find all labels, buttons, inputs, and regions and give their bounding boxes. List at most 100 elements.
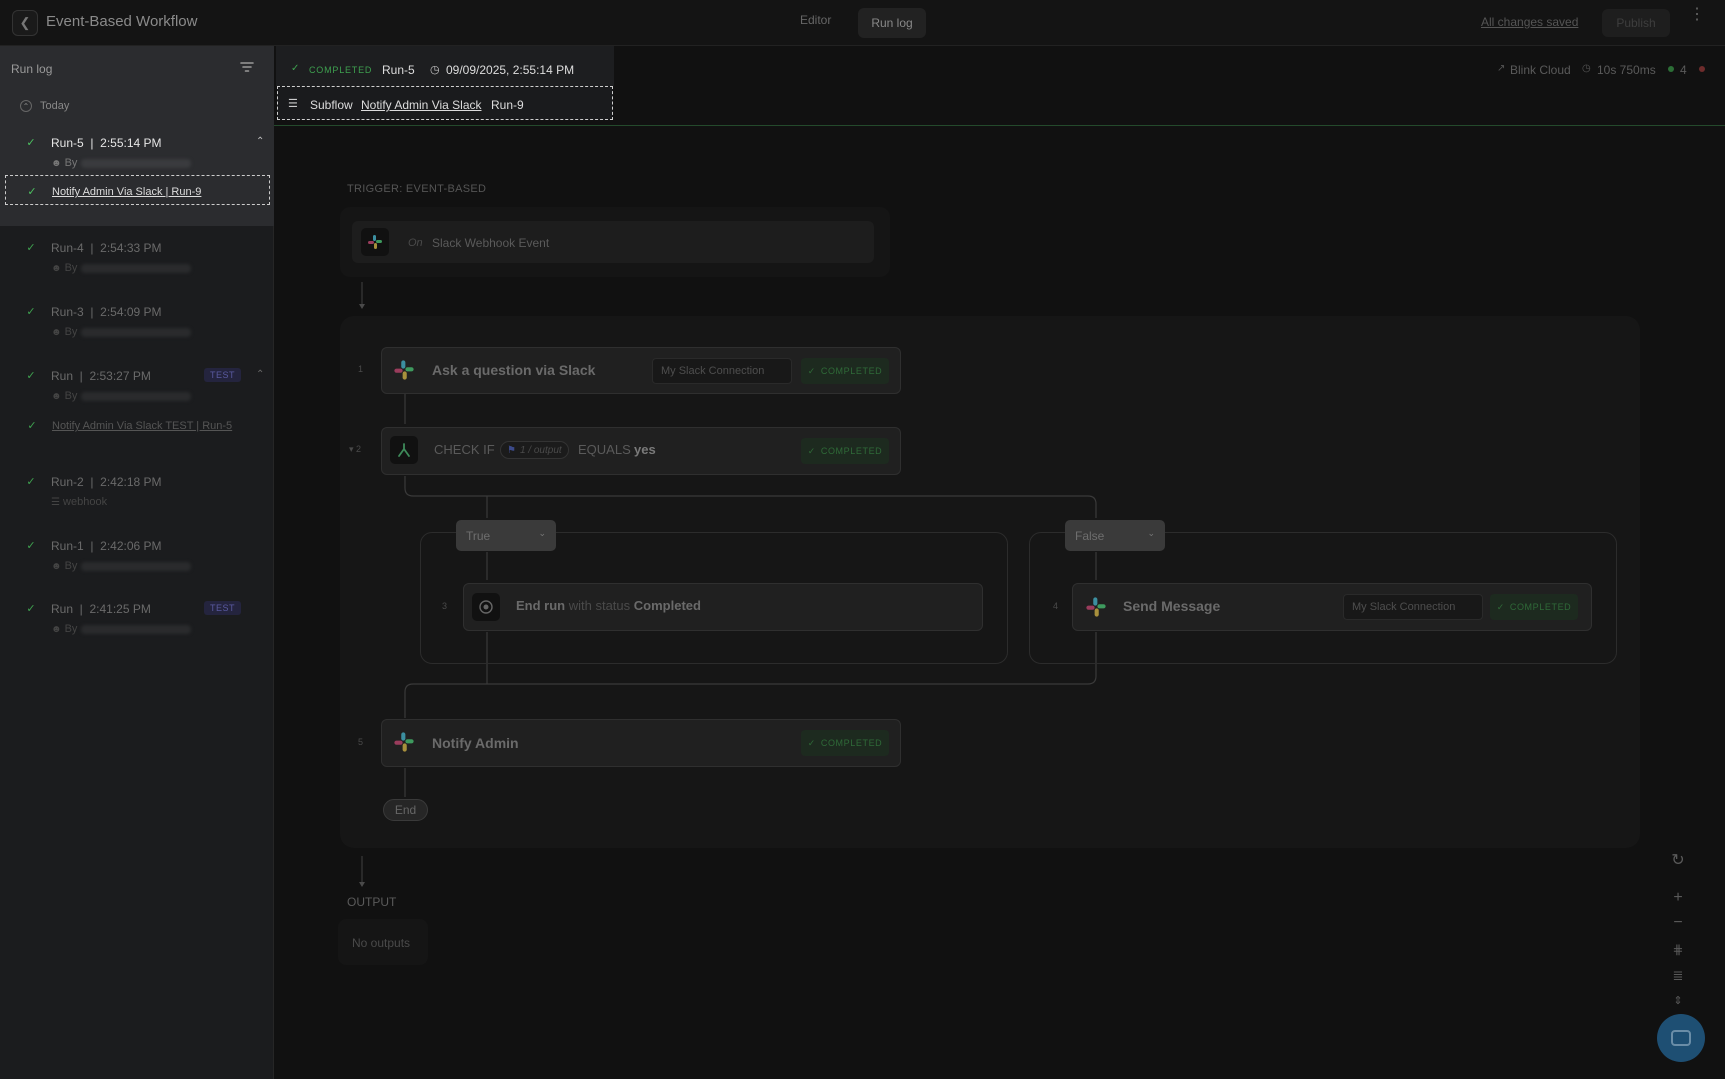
person-icon: ☻ [51, 391, 62, 402]
person-icon: ☻ [51, 561, 62, 572]
success-count: 4 [1680, 63, 1687, 77]
status-badge: ✓ COMPLETED [1490, 594, 1578, 620]
trigger-event-name: Slack Webhook Event [432, 236, 550, 250]
check-icon: ✓ [26, 603, 36, 615]
run-by: ☻ By [51, 390, 192, 402]
stop-icon [472, 593, 500, 621]
connection-selector[interactable]: My Slack Connection [1343, 594, 1483, 620]
run-by: ☻ By [51, 623, 192, 635]
sidebar-title: Run log [11, 62, 53, 76]
check-icon: ✓ [26, 242, 36, 254]
subflow-label: Subflow [310, 98, 353, 112]
changes-saved-link[interactable]: All changes saved [1481, 15, 1578, 29]
step-title: Ask a question via Slack [432, 362, 596, 378]
branch-true-selector[interactable]: True ⌄ [456, 520, 556, 551]
collapse-today-icon[interactable]: ⌃ [20, 100, 32, 112]
runner-label: Blink Cloud [1510, 63, 1571, 77]
run-by: ☻ By [51, 157, 192, 169]
run-by: ☻ By [51, 560, 192, 572]
check-icon: ✓ [26, 306, 36, 318]
collapse-run-icon[interactable]: ⌃ [256, 136, 264, 147]
back-button[interactable]: ❮ [12, 10, 38, 36]
tab-run-log[interactable]: Run log [858, 8, 926, 38]
variable-chip[interactable]: ⚑ 1 / output [500, 441, 569, 459]
filter-icon[interactable] [240, 62, 254, 74]
check-icon: ✓ [1496, 601, 1505, 612]
check-icon: ✓ [27, 186, 37, 198]
clock-icon: ◷ [430, 64, 440, 76]
connection-selector[interactable]: My Slack Connection [652, 358, 792, 384]
reset-view-icon[interactable]: ↻ [1668, 850, 1688, 870]
step-title: Send Message [1123, 598, 1221, 614]
clock-icon: ◷ [1582, 63, 1591, 74]
zoom-out-icon[interactable]: − [1668, 913, 1688, 933]
run-item[interactable]: Run-2 | 2:42:18 PM [51, 475, 162, 489]
branch-false-selector[interactable]: False ⌄ [1065, 520, 1165, 551]
status-badge: ✓ COMPLETED [801, 358, 889, 384]
subflow-run: Run-9 [491, 98, 524, 112]
run-item[interactable]: Run-3 | 2:54:09 PM [51, 305, 162, 319]
run-datetime: 09/09/2025, 2:55:14 PM [446, 63, 575, 77]
cloud-icon: ↗ [1497, 63, 1506, 74]
check-icon: ✓ [27, 420, 37, 432]
person-icon: ☻ [51, 158, 62, 169]
step-title: End run with status Completed [516, 598, 701, 613]
more-options-icon[interactable]: ⋮ [1689, 7, 1705, 23]
zoom-in-icon[interactable]: + [1668, 888, 1688, 908]
branch-icon [390, 436, 418, 464]
fit-width-icon[interactable]: ⋕ [1668, 940, 1688, 960]
check-icon: ✓ [26, 137, 36, 149]
chat-button[interactable] [1657, 1014, 1705, 1062]
compare-value: yes [634, 442, 656, 457]
run-item[interactable]: Run-1 | 2:42:06 PM [51, 539, 162, 553]
check-icon: ✓ [291, 63, 300, 74]
chat-icon [1671, 1030, 1691, 1046]
run-name: Run-5 [382, 63, 415, 77]
status-badge: ✓ COMPLETED [801, 730, 889, 756]
chevron-down-icon: ⌄ [1147, 528, 1155, 538]
step-title: Notify Admin [432, 735, 519, 751]
run-item[interactable]: Run-4 | 2:54:33 PM [51, 241, 162, 255]
chevron-left-icon: ❮ [19, 15, 31, 30]
success-dot [1668, 66, 1674, 72]
collapse-run-icon[interactable]: ⌃ [256, 369, 264, 380]
publish-button[interactable]: Publish [1602, 9, 1670, 37]
operator-label: EQUALS [578, 442, 631, 457]
run-by: ☻ By [51, 326, 192, 338]
flag-icon: ⚑ [507, 444, 516, 456]
end-node: End [383, 799, 428, 821]
run-by: ☻ By [51, 262, 192, 274]
run-item[interactable]: Run | 2:41:25 PM [51, 602, 151, 616]
check-icon: ✓ [807, 445, 816, 456]
slack-icon [1085, 596, 1107, 623]
subflow-link[interactable]: Notify Admin Via Slack [361, 98, 482, 112]
subflow-link[interactable]: Notify Admin Via Slack TEST | Run-5 [52, 420, 232, 432]
workflow-title: Event-Based Workflow [46, 13, 198, 30]
check-if-label: CHECK IF [434, 442, 495, 457]
tab-editor[interactable]: Editor [800, 13, 831, 27]
person-icon: ☻ [51, 624, 62, 635]
slack-icon [393, 359, 415, 386]
fit-height-icon[interactable]: ≣ [1668, 966, 1688, 986]
slack-icon [361, 228, 389, 256]
person-icon: ☻ [51, 327, 62, 338]
run-item[interactable]: Run | 2:53:27 PM [51, 369, 151, 383]
trigger-label: TRIGGER: EVENT-BASED [347, 183, 487, 195]
person-icon: ☻ [51, 263, 62, 274]
check-icon: ✓ [807, 365, 816, 376]
group-label-today: Today [40, 100, 70, 112]
status-badge: ✓ COMPLETED [801, 438, 889, 464]
no-outputs-text: No outputs [352, 936, 411, 950]
run-status: COMPLETED [309, 65, 373, 75]
test-badge: TEST [204, 368, 242, 382]
expand-icon[interactable]: ⇕ [1668, 990, 1688, 1010]
trigger-node[interactable] [352, 221, 874, 263]
run-duration: 10s 750ms [1597, 63, 1656, 77]
trigger-on-label: On [408, 237, 423, 249]
subflow-icon: ☰ [288, 98, 298, 110]
subflow-link[interactable]: Notify Admin Via Slack | Run-9 [52, 186, 201, 198]
check-icon: ✓ [26, 540, 36, 552]
error-dot [1699, 66, 1705, 72]
step-index: ▾ 2 [349, 444, 362, 454]
run-item[interactable]: Run-5 | 2:55:14 PM [51, 136, 162, 150]
